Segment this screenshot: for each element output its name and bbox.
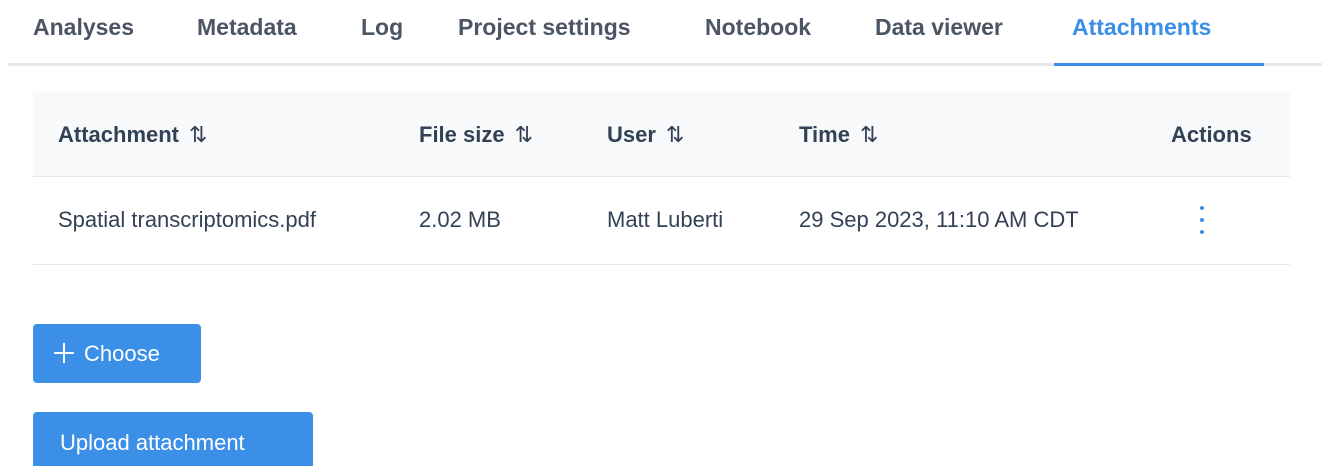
tab-project-settings[interactable]: Project settings: [458, 0, 631, 63]
cell-file-size: 2.02 MB: [419, 207, 501, 232]
active-tab-indicator: [1054, 63, 1264, 66]
column-header-attachment[interactable]: Attachment ⇅: [58, 92, 208, 178]
table-row[interactable]: Spatial transcriptomics.pdf 2.02 MB Matt…: [33, 177, 1290, 265]
column-header-label: File size: [419, 122, 505, 147]
cell-user: Matt Luberti: [607, 207, 724, 232]
sort-icon[interactable]: ⇅: [666, 92, 685, 178]
table-header: Attachment ⇅ File size ⇅ User ⇅ Time ⇅ Actio…: [33, 92, 1290, 177]
sort-icon[interactable]: ⇅: [860, 92, 879, 178]
column-header-time[interactable]: Time ⇅: [799, 92, 879, 178]
tab-metadata[interactable]: Metadata: [197, 0, 297, 63]
kebab-menu-icon[interactable]: [1191, 206, 1213, 234]
choose-button-label: Choose: [84, 341, 160, 366]
tab-data-viewer[interactable]: Data viewer: [875, 0, 1003, 63]
tab-attachments[interactable]: Attachments: [1072, 0, 1211, 63]
attachments-table: Attachment ⇅ File size ⇅ User ⇅ Time ⇅ Actio…: [33, 92, 1290, 265]
tab-notebook[interactable]: Notebook: [705, 0, 811, 63]
choose-button[interactable]: Choose: [33, 324, 201, 383]
tab-bar: Analyses Metadata Log Project settings N…: [8, 0, 1322, 66]
cell-time: 29 Sep 2023, 11:10 AM CDT: [799, 207, 1079, 232]
tab-log[interactable]: Log: [361, 0, 403, 63]
column-header-label: Attachment: [58, 122, 180, 147]
sort-icon[interactable]: ⇅: [515, 92, 534, 178]
column-header-label: Time: [799, 122, 850, 147]
plus-icon: [54, 343, 74, 363]
column-header-label: User: [607, 122, 656, 147]
column-header-file-size[interactable]: File size ⇅: [419, 92, 534, 178]
upload-attachment-button[interactable]: Upload attachment: [33, 412, 313, 466]
cell-attachment-name[interactable]: Spatial transcriptomics.pdf: [58, 177, 316, 264]
tab-analyses[interactable]: Analyses: [33, 0, 134, 63]
upload-attachment-label: Upload attachment: [60, 430, 245, 455]
column-header-user[interactable]: User ⇅: [607, 92, 685, 178]
sort-icon[interactable]: ⇅: [189, 92, 208, 178]
column-header-actions: Actions: [1171, 122, 1252, 147]
